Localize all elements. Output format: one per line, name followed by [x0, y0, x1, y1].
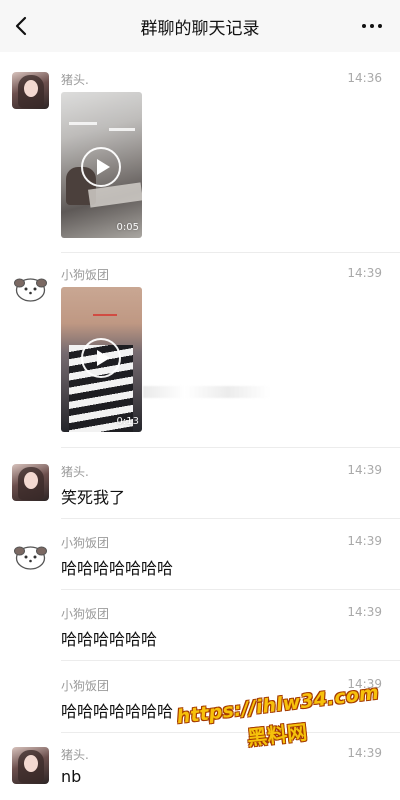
more-options-button[interactable] — [358, 14, 386, 38]
dog-avatar-icon — [14, 278, 47, 302]
message-time: 14:39 — [347, 677, 382, 691]
message-divider — [61, 589, 400, 590]
top-navigation-bar: 群聊的聊天记录 — [0, 0, 400, 52]
message-divider — [61, 732, 400, 733]
play-icon — [81, 147, 121, 187]
video-duration: 0:05 — [116, 222, 139, 233]
chat-message: 小狗饭团 14:39 哈哈哈哈哈哈哈 — [0, 674, 400, 733]
video-message[interactable]: 0:13 — [61, 287, 142, 432]
play-icon — [81, 338, 121, 378]
message-divider — [61, 518, 400, 519]
message-text: 哈哈哈哈哈哈哈 — [61, 559, 174, 578]
sender-name: 小狗饭团 — [61, 268, 110, 282]
sender-name: 猪头. — [61, 73, 89, 87]
message-time: 14:39 — [347, 266, 382, 280]
chat-message: 小狗饭团 14:39 哈哈哈哈哈哈哈 — [0, 531, 400, 590]
photo-avatar[interactable] — [12, 464, 49, 501]
more-horizontal-icon — [362, 24, 366, 28]
sender-name: 小狗饭团 — [61, 536, 110, 550]
dog-avatar[interactable] — [12, 536, 49, 573]
message-time: 14:39 — [347, 605, 382, 619]
message-time: 14:39 — [347, 746, 382, 760]
chat-message: 猪头. 14:39 笑死我了 — [0, 460, 400, 519]
dog-avatar[interactable] — [12, 268, 49, 305]
message-time: 14:39 — [347, 534, 382, 548]
message-time: 14:39 — [347, 463, 382, 477]
message-divider — [61, 252, 400, 253]
message-divider — [61, 660, 400, 661]
message-divider — [61, 447, 400, 448]
message-text: 笑死我了 — [61, 488, 126, 507]
sender-name: 猪头. — [61, 465, 89, 479]
sender-name: 猪头. — [61, 748, 89, 762]
chat-history-screen: 群聊的聊天记录 猪头. 14:36 0:05 小狗饭团 14:39 0:13 猪… — [0, 0, 400, 800]
video-duration: 0:13 — [116, 416, 139, 427]
sender-name: 小狗饭团 — [61, 607, 110, 621]
chat-message: 猪头. 14:36 0:05 — [0, 68, 400, 253]
page-title: 群聊的聊天记录 — [140, 19, 260, 39]
photo-avatar[interactable] — [12, 747, 49, 784]
message-text: nb — [61, 767, 82, 786]
message-time: 14:36 — [347, 71, 382, 85]
chat-message: 小狗饭团 14:39 0:13 — [0, 263, 400, 448]
video-message[interactable]: 0:05 — [61, 92, 142, 238]
photo-avatar[interactable] — [12, 72, 49, 109]
chat-message: 小狗饭团 14:39 哈哈哈哈哈哈 — [0, 602, 400, 661]
message-text: 哈哈哈哈哈哈哈 — [61, 702, 174, 721]
blurred-overlay — [143, 386, 270, 398]
sender-name: 小狗饭团 — [61, 679, 110, 693]
message-text: 哈哈哈哈哈哈 — [61, 630, 158, 649]
chat-message: 猪头. 14:39 nb — [0, 743, 400, 798]
dog-avatar-icon — [14, 546, 47, 570]
